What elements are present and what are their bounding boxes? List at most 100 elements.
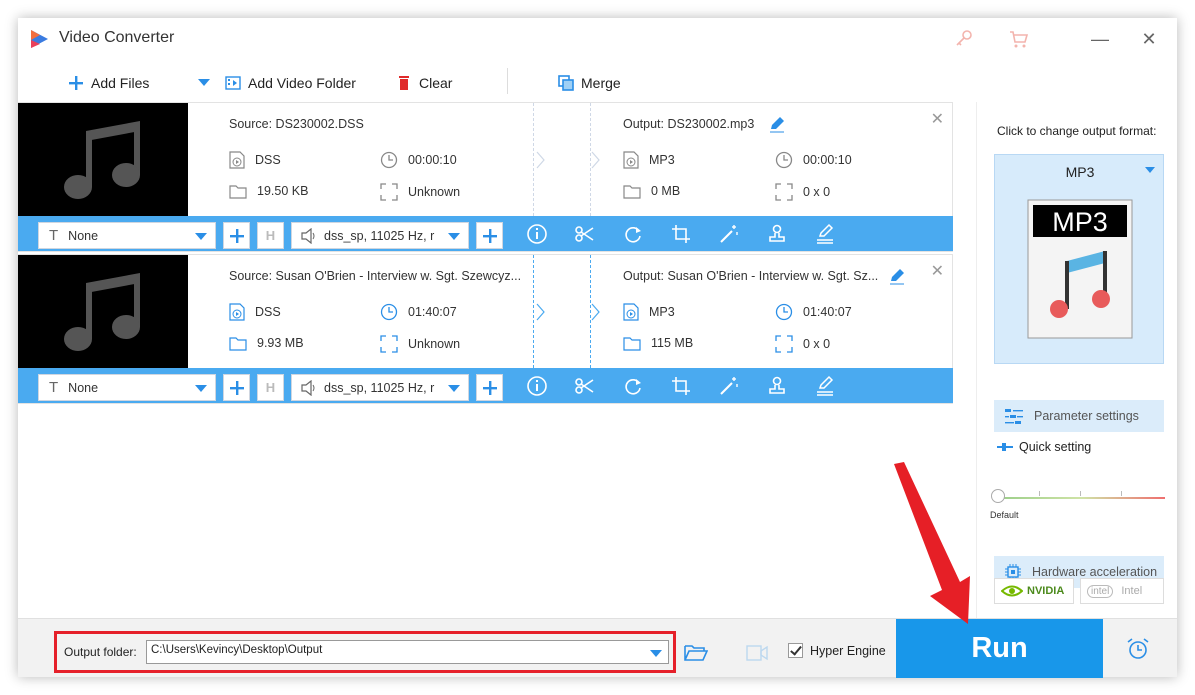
- clock-icon: [775, 303, 793, 321]
- parameter-settings-button[interactable]: Parameter settings: [994, 400, 1164, 432]
- chevron-down-icon: [195, 233, 207, 240]
- hardsub-button[interactable]: H: [257, 222, 284, 249]
- hardsub-button[interactable]: H: [257, 374, 284, 401]
- source-format: DSS: [229, 151, 281, 169]
- source-duration: 00:00:10: [380, 151, 457, 169]
- edit-pencil-icon[interactable]: [768, 115, 786, 133]
- format-name: MP3: [1065, 164, 1095, 180]
- subtitle-select[interactable]: T None: [38, 222, 216, 249]
- chevron-down-icon: [448, 233, 460, 240]
- play-file-icon: [623, 303, 639, 321]
- svg-text:MP3: MP3: [1052, 207, 1108, 237]
- merge-button[interactable]: Merge: [558, 72, 621, 94]
- minimize-button[interactable]: —: [1087, 26, 1113, 52]
- chevron-down-icon[interactable]: [650, 650, 662, 657]
- edit-subtitle-icon[interactable]: [814, 223, 836, 245]
- info-icon[interactable]: [526, 375, 548, 397]
- output-size: 115 MB: [623, 335, 693, 351]
- add-subtitle-button[interactable]: [223, 222, 250, 249]
- nvidia-toggle[interactable]: NVIDIA: [994, 578, 1074, 604]
- hardsub-icon: H: [265, 228, 276, 243]
- chevron-down-icon: [195, 385, 207, 392]
- checkbox-checked[interactable]: [788, 643, 803, 658]
- add-video-folder-label: Add Video Folder: [248, 75, 356, 91]
- resolution-icon: [380, 335, 398, 353]
- output-resolution: 0 x 0: [775, 183, 830, 201]
- audio-track-select[interactable]: dss_sp, 11025 Hz, r: [291, 374, 469, 401]
- divider: [590, 255, 591, 368]
- add-files-label: Add Files: [91, 75, 150, 91]
- add-subtitle-button[interactable]: [223, 374, 250, 401]
- alarm-clock-icon[interactable]: [1126, 637, 1150, 661]
- add-audio-button[interactable]: [476, 222, 503, 249]
- chevron-right-icon: [591, 303, 600, 321]
- file-list: Source: DS230002.DSS DSS 00:00:10 19.50 …: [18, 102, 953, 618]
- rotate-icon[interactable]: [622, 223, 644, 245]
- trash-icon: [399, 76, 409, 90]
- source-size: 19.50 KB: [229, 183, 308, 199]
- rotate-icon[interactable]: [622, 375, 644, 397]
- scissors-icon[interactable]: [574, 375, 596, 397]
- key-icon[interactable]: [953, 28, 975, 50]
- file-item[interactable]: Source: Susan O'Brien - Interview w. Sgt…: [18, 254, 953, 404]
- app-title: Video Converter: [59, 29, 175, 46]
- slider-tick: [1080, 491, 1081, 496]
- chevron-right-icon: [591, 151, 600, 169]
- annotation-arrow: [894, 462, 970, 624]
- add-video-folder-button[interactable]: Add Video Folder: [225, 72, 356, 94]
- bottom-bar: Output folder: C:\Users\Kevincy\Desktop\…: [18, 618, 1177, 678]
- plus-icon: [482, 228, 497, 243]
- magic-wand-icon[interactable]: [718, 223, 740, 245]
- output-format: MP3: [623, 151, 675, 169]
- edit-subtitle-icon[interactable]: [814, 375, 836, 397]
- close-window-button[interactable]: ✕: [1136, 26, 1162, 52]
- magic-wand-icon[interactable]: [718, 375, 740, 397]
- divider: [590, 103, 591, 216]
- clock-icon: [775, 151, 793, 169]
- add-audio-button[interactable]: [476, 374, 503, 401]
- resolution-icon: [775, 183, 793, 201]
- output-format-selector[interactable]: MP3 MP3: [994, 154, 1164, 364]
- clear-button[interactable]: Clear: [396, 72, 452, 94]
- info-icon[interactable]: [526, 223, 548, 245]
- quality-slider-handle[interactable]: [991, 489, 1005, 503]
- remove-file-icon[interactable]: ✕: [931, 109, 944, 129]
- crop-icon[interactable]: [670, 375, 692, 397]
- plus-icon: [69, 76, 83, 90]
- output-folder-input[interactable]: C:\Users\Kevincy\Desktop\Output: [146, 640, 669, 664]
- text-icon: T: [49, 227, 59, 244]
- subtitle-select[interactable]: T None: [38, 374, 216, 401]
- plus-icon: [229, 228, 244, 243]
- watermark-stamp-icon[interactable]: [766, 223, 788, 245]
- remove-file-icon[interactable]: ✕: [931, 261, 944, 281]
- video-preview-icon[interactable]: [746, 643, 768, 663]
- slider-tick: [1121, 491, 1122, 496]
- divider: [533, 255, 534, 368]
- play-file-icon: [229, 303, 245, 321]
- chevron-down-icon: [448, 385, 460, 392]
- file-item[interactable]: Source: DS230002.DSS DSS 00:00:10 19.50 …: [18, 102, 953, 252]
- source-format: DSS: [229, 303, 281, 321]
- intel-toggle[interactable]: intel Intel: [1080, 578, 1164, 604]
- source-size: 9.93 MB: [229, 335, 304, 351]
- add-files-dropdown-icon[interactable]: [198, 79, 210, 87]
- output-folder-highlight: Output folder: C:\Users\Kevincy\Desktop\…: [54, 631, 676, 673]
- edit-pencil-icon[interactable]: [888, 267, 906, 285]
- file-thumbnail: [18, 255, 188, 368]
- output-title: Output: DS230002.mp3: [623, 117, 755, 131]
- scissors-icon[interactable]: [574, 223, 596, 245]
- quality-slider-track[interactable]: [999, 497, 1165, 499]
- hyper-engine-checkbox[interactable]: Hyper Engine: [788, 643, 886, 658]
- cart-icon[interactable]: [1008, 28, 1030, 50]
- open-folder-icon[interactable]: [684, 644, 708, 662]
- plus-icon: [229, 380, 244, 395]
- watermark-stamp-icon[interactable]: [766, 375, 788, 397]
- add-files-button[interactable]: Add Files: [68, 72, 149, 94]
- audio-track-select[interactable]: dss_sp, 11025 Hz, r: [291, 222, 469, 249]
- chevron-right-icon: [536, 303, 545, 321]
- output-folder-label: Output folder:: [64, 645, 137, 659]
- crop-icon[interactable]: [670, 223, 692, 245]
- play-file-icon: [623, 151, 639, 169]
- edit-toolbar: T None H dss_sp, 11025 Hz, r: [18, 368, 953, 403]
- slider-tick: [1039, 491, 1040, 496]
